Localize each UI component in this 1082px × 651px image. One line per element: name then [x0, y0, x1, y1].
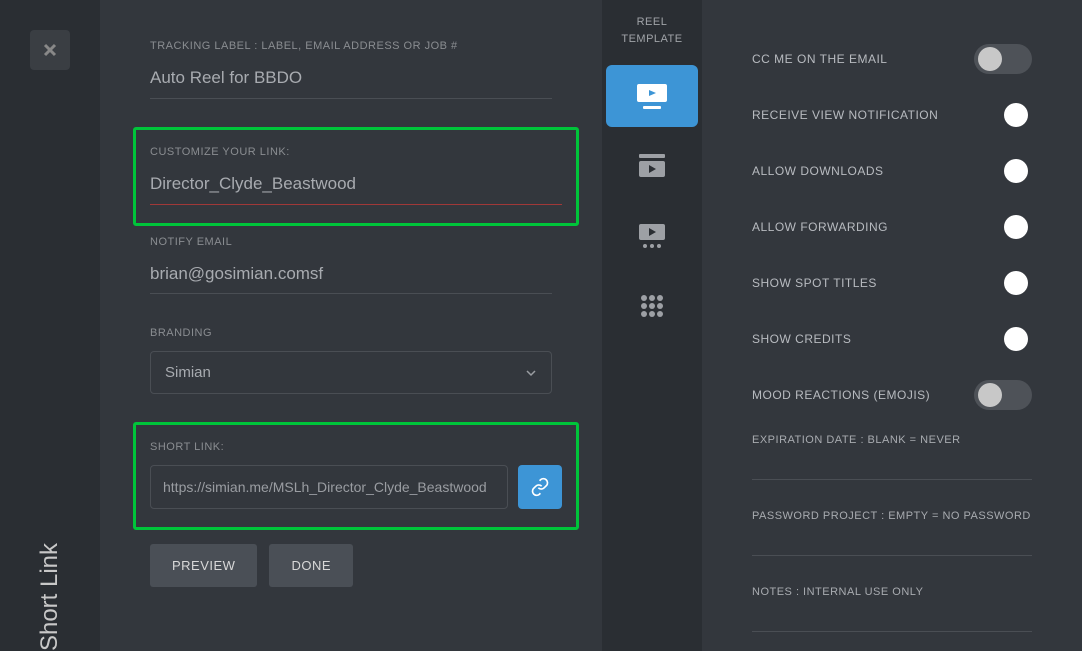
form-column: TRACKING LABEL : LABEL, EMAIL ADDRESS OR…	[100, 0, 602, 651]
link-icon	[530, 477, 550, 497]
toggle-label: ALLOW FORWARDING	[752, 220, 888, 234]
expiration-label: EXPIRATION DATE : BLANK = NEVER	[752, 434, 1032, 446]
notes-input[interactable]	[752, 620, 1032, 632]
button-row: PREVIEW DONE	[150, 544, 552, 587]
tracking-input[interactable]	[150, 64, 552, 99]
short-link-highlight: SHORT LINK:	[133, 422, 579, 530]
password-label: PASSWORD PROJECT : EMPTY = NO PASSWORD	[752, 510, 1032, 522]
toggle-label: RECEIVE VIEW NOTIFICATION	[752, 108, 938, 122]
toggle-row: RECEIVE VIEW NOTIFICATION	[752, 98, 1032, 132]
branding-select[interactable]: Simian	[150, 351, 552, 394]
notify-label: NOTIFY EMAIL	[150, 236, 552, 248]
toggle-knob	[978, 383, 1002, 407]
grid-icon	[635, 292, 669, 320]
template-option-3[interactable]	[606, 205, 698, 267]
toggle-knob	[978, 47, 1002, 71]
customize-link-highlight: CUSTOMIZE YOUR LINK:	[133, 127, 579, 226]
toggle-switch[interactable]	[974, 324, 1032, 354]
toggle-label: SHOW SPOT TITLES	[752, 276, 877, 290]
branding-field: BRANDING Simian	[150, 327, 552, 394]
close-icon	[42, 42, 58, 58]
toggle-label: MOOD REACTIONS (EMOJIS)	[752, 388, 930, 402]
screen-play-icon	[635, 82, 669, 110]
notify-input[interactable]: brian@gosimian.comsf	[150, 260, 552, 294]
template-column: REELTEMPLATE	[602, 0, 702, 651]
done-button[interactable]: DONE	[269, 544, 353, 587]
tracking-label: TRACKING LABEL : LABEL, EMAIL ADDRESS OR…	[150, 40, 552, 52]
shortlink-input[interactable]	[150, 465, 508, 509]
password-field: PASSWORD PROJECT : EMPTY = NO PASSWORD	[752, 510, 1032, 556]
copy-link-button[interactable]	[518, 465, 562, 509]
toggle-row: SHOW SPOT TITLES	[752, 266, 1032, 300]
template-option-1[interactable]	[606, 65, 698, 127]
settings-column: CC ME ON THE EMAIL RECEIVE VIEW NOTIFICAT…	[702, 0, 1082, 651]
toggle-knob	[1004, 159, 1028, 183]
toggle-label: SHOW CREDITS	[752, 332, 851, 346]
tracking-field: TRACKING LABEL : LABEL, EMAIL ADDRESS OR…	[150, 40, 552, 99]
play-dots-icon	[635, 222, 669, 250]
toggle-switch[interactable]	[974, 156, 1032, 186]
toggle-label: ALLOW DOWNLOADS	[752, 164, 884, 178]
toggle-switch[interactable]	[974, 44, 1032, 74]
toggle-row: MOOD REACTIONS (EMOJIS)	[752, 378, 1032, 412]
template-option-2[interactable]	[606, 135, 698, 197]
notes-label: NOTES : INTERNAL USE ONLY	[752, 586, 1032, 598]
toggle-switch[interactable]	[974, 100, 1032, 130]
template-option-4[interactable]	[606, 275, 698, 337]
expiration-field: EXPIRATION DATE : BLANK = NEVER	[752, 434, 1032, 480]
notify-field: NOTIFY EMAIL brian@gosimian.comsf	[150, 236, 552, 299]
bar-play-icon	[635, 152, 669, 180]
template-title: REELTEMPLATE	[621, 14, 682, 47]
toggle-row: ALLOW FORWARDING	[752, 210, 1032, 244]
toggle-row: ALLOW DOWNLOADS	[752, 154, 1032, 188]
shortlink-field: SHORT LINK:	[150, 441, 562, 509]
notes-field: NOTES : INTERNAL USE ONLY	[752, 586, 1032, 632]
left-rail: Short Link	[0, 0, 100, 651]
toggle-knob	[1004, 215, 1028, 239]
branding-label: BRANDING	[150, 327, 552, 339]
preview-button[interactable]: PREVIEW	[150, 544, 257, 587]
branding-value: Simian	[165, 364, 211, 381]
toggle-knob	[1004, 271, 1028, 295]
password-input[interactable]	[752, 544, 1032, 556]
chevron-down-icon	[525, 367, 537, 379]
shortlink-label: SHORT LINK:	[150, 441, 562, 453]
customize-label: CUSTOMIZE YOUR LINK:	[150, 146, 562, 158]
expiration-input[interactable]	[752, 468, 1032, 480]
toggle-label: CC ME ON THE EMAIL	[752, 52, 887, 66]
toggle-knob	[1004, 327, 1028, 351]
toggle-row: CC ME ON THE EMAIL	[752, 42, 1032, 76]
customize-field: CUSTOMIZE YOUR LINK:	[150, 146, 562, 205]
customize-input[interactable]	[150, 170, 562, 205]
side-label: Short Link	[36, 543, 64, 651]
toggle-switch[interactable]	[974, 380, 1032, 410]
close-button[interactable]	[30, 30, 70, 70]
toggle-switch[interactable]	[974, 268, 1032, 298]
toggle-switch[interactable]	[974, 212, 1032, 242]
toggle-row: SHOW CREDITS	[752, 322, 1032, 356]
toggle-knob	[1004, 103, 1028, 127]
